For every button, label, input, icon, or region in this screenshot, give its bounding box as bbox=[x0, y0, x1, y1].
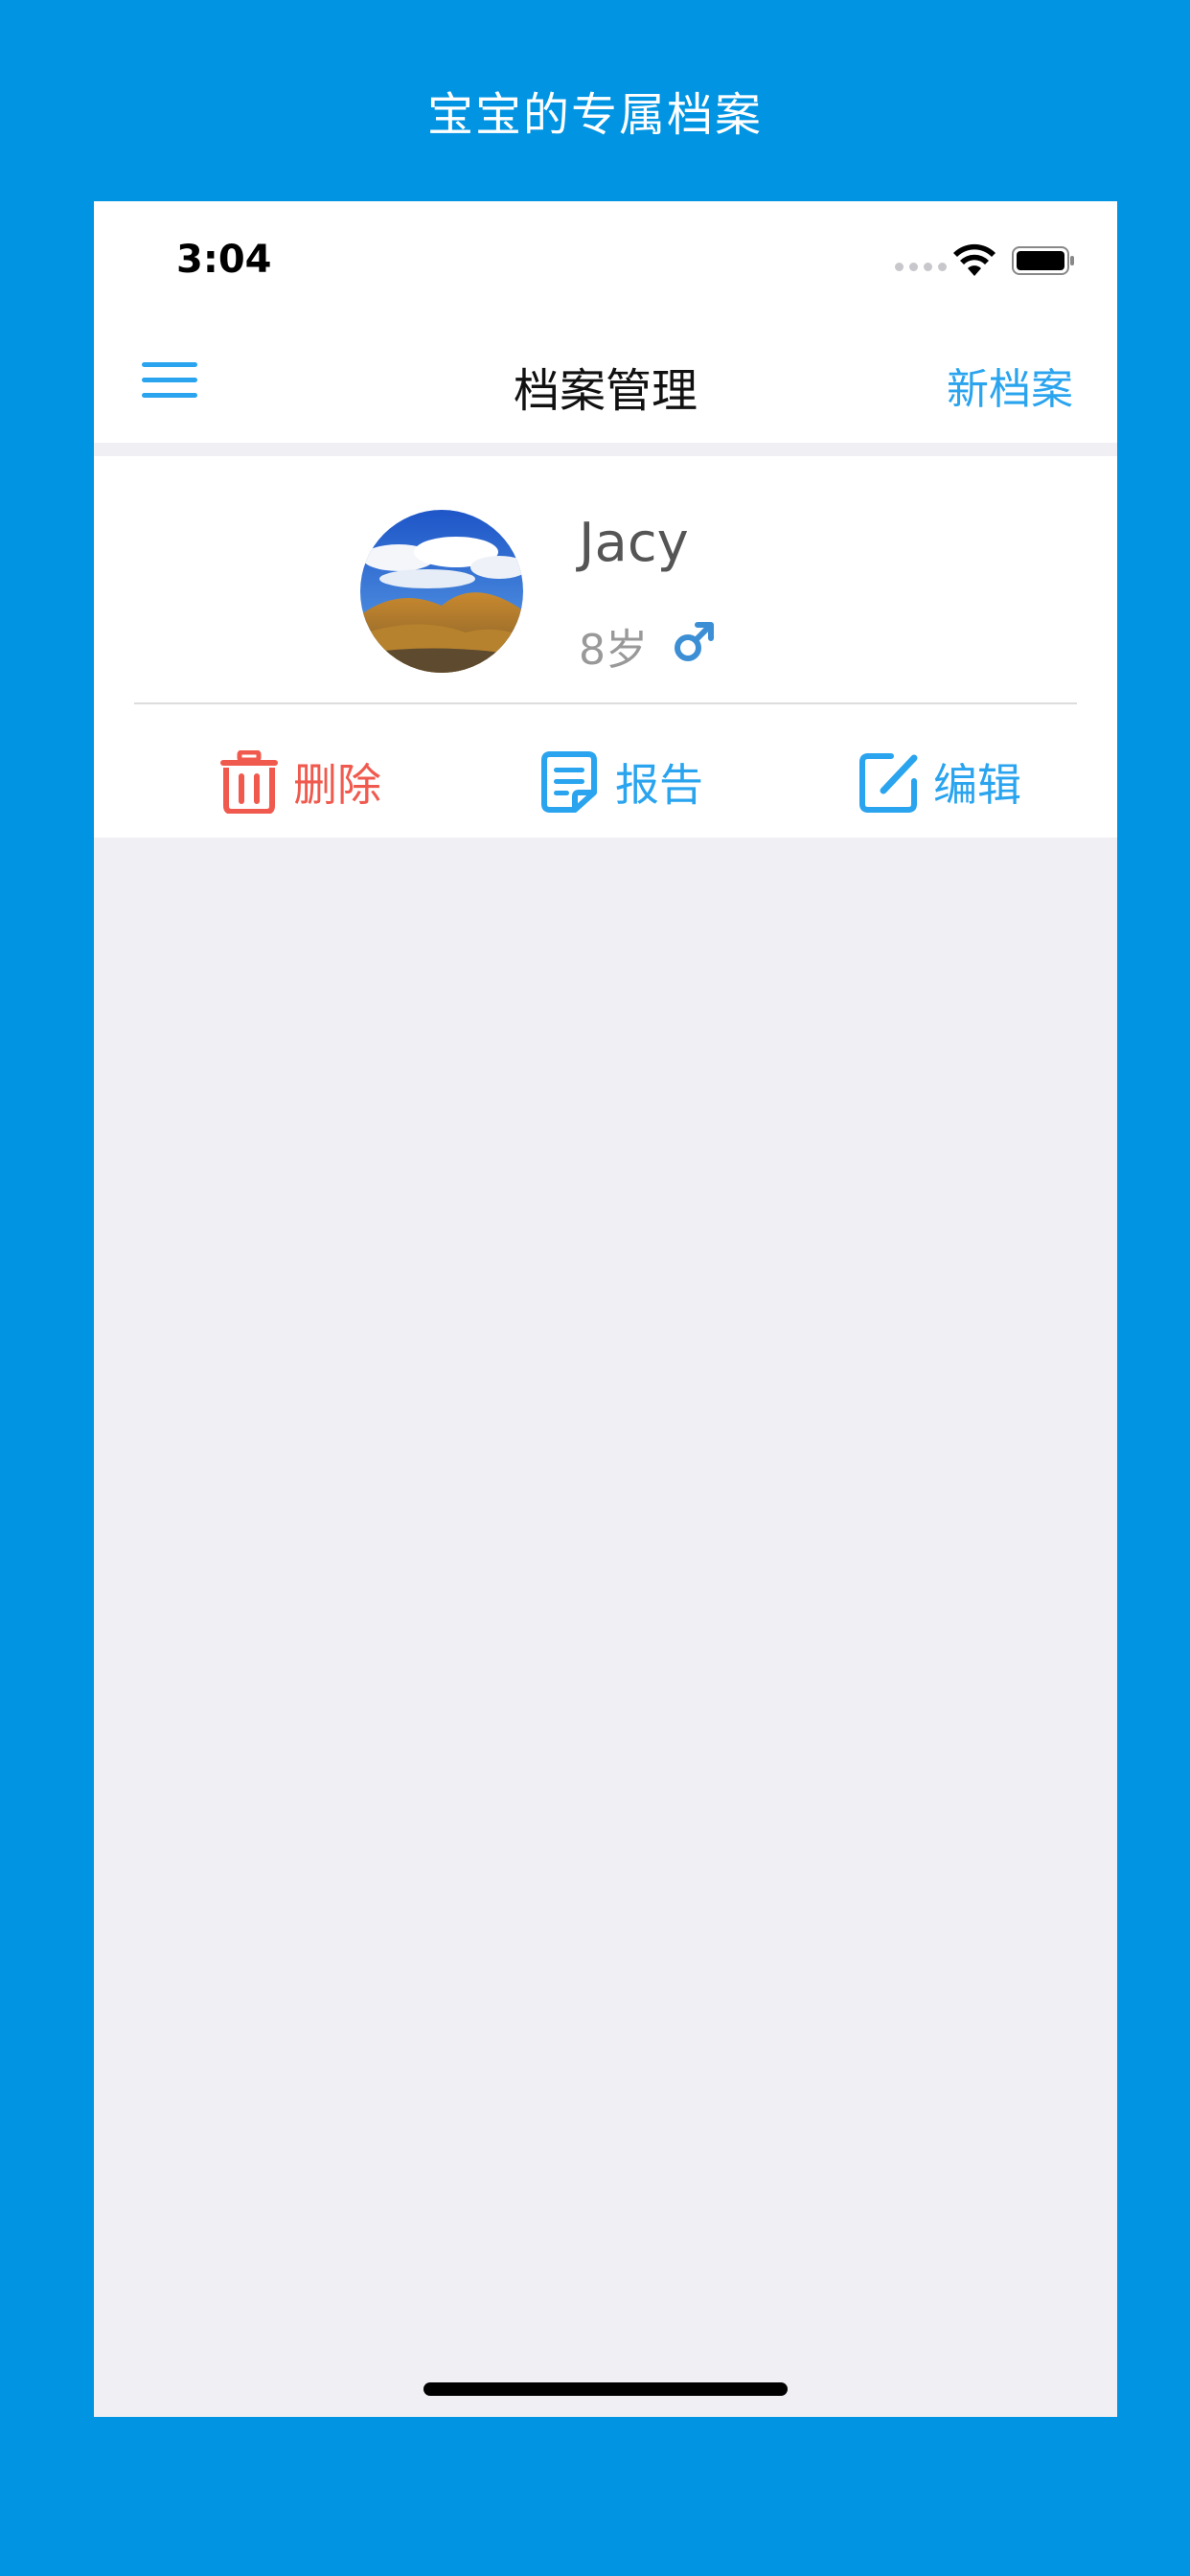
report-button[interactable]: 报告 bbox=[540, 744, 703, 820]
edit-icon bbox=[859, 753, 918, 813]
delete-label: 删除 bbox=[293, 759, 381, 811]
battery-icon bbox=[1012, 246, 1074, 275]
status-bar: 3:04 bbox=[94, 201, 1117, 316]
male-icon bbox=[675, 622, 714, 661]
card-divider bbox=[134, 702, 1077, 704]
nav-divider bbox=[94, 443, 1117, 456]
navigation-bar: 档案管理 新档案 bbox=[94, 316, 1117, 443]
profile-name: Jacy bbox=[579, 512, 689, 574]
profile-card[interactable]: Jacy 8岁 删除 报告 编辑 bbox=[94, 456, 1117, 838]
edit-button[interactable]: 编辑 bbox=[858, 744, 1021, 820]
new-profile-button[interactable]: 新档案 bbox=[947, 355, 1073, 416]
phone-screen: 3:04 档案管理 新档案 Jacy 8岁 删除 报告 编辑 bbox=[94, 201, 1117, 2417]
landscape-photo bbox=[360, 510, 523, 673]
home-indicator[interactable] bbox=[423, 2382, 788, 2396]
edit-label: 编辑 bbox=[933, 759, 1021, 811]
report-label: 报告 bbox=[615, 759, 703, 811]
profile-age: 8岁 bbox=[579, 626, 648, 675]
cellular-signal-icon bbox=[895, 263, 947, 271]
status-time: 3:04 bbox=[176, 238, 272, 282]
trash-icon bbox=[220, 750, 278, 814]
avatar[interactable] bbox=[360, 510, 523, 673]
wifi-icon bbox=[953, 243, 995, 276]
report-document-icon bbox=[541, 751, 597, 813]
banner-title: 宝宝的专属档案 bbox=[426, 88, 763, 142]
delete-button[interactable]: 删除 bbox=[218, 744, 381, 820]
